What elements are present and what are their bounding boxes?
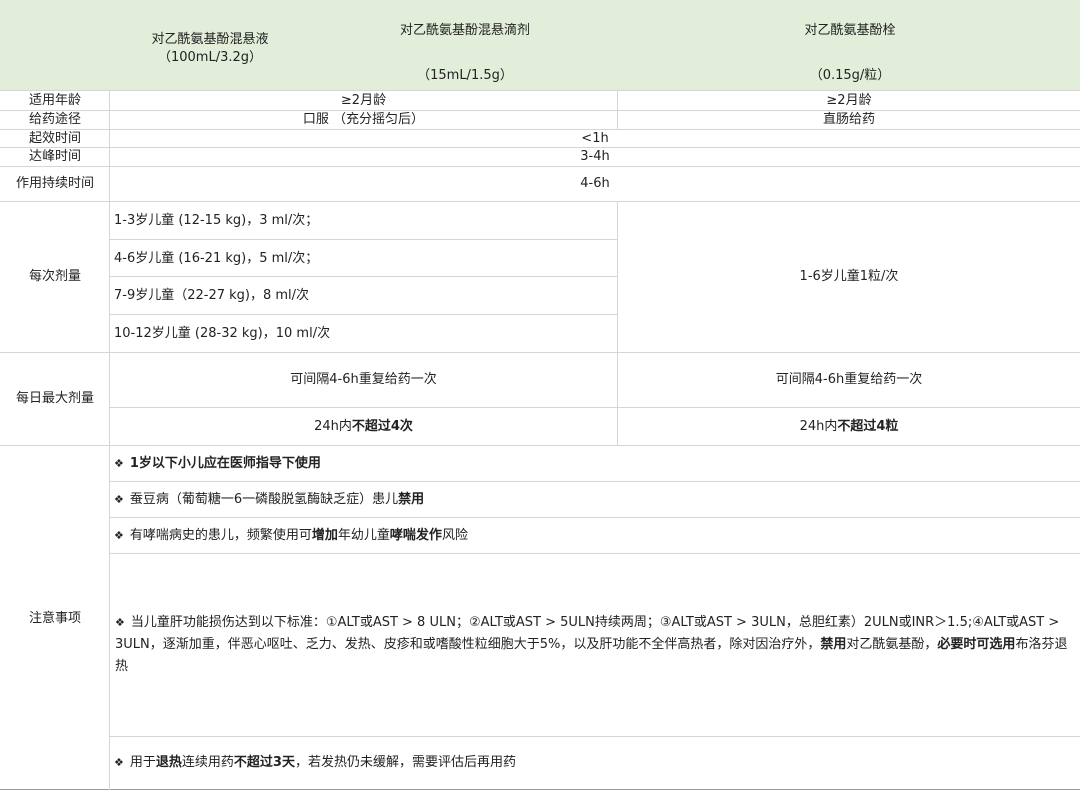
dose-suppository-value: 1-6岁儿童1粒/次 xyxy=(799,269,899,284)
note-4-bold-b: 必要时可选用 xyxy=(937,637,1016,652)
peak-value: 3-4h xyxy=(580,149,610,164)
note-5-bold-b: 不超过3天 xyxy=(233,755,295,770)
note-1-text: 1岁以下小儿应在医师指导下使用 xyxy=(129,456,321,471)
max-oral-limit: 24h内 不超过4次 xyxy=(110,408,617,445)
header-col3-spec: （0.15g/粒） xyxy=(809,68,891,83)
row-label-peak: 达峰时间 xyxy=(28,149,81,164)
max-suppository-limit-pre: 24h内 xyxy=(799,418,838,434)
dose-item-4: 10-12岁儿童 (28-32 kg)，10 ml/次 xyxy=(114,325,331,341)
age-oral-value: ≥2月龄 xyxy=(340,92,387,108)
row-label-dose: 每次剂量 xyxy=(28,269,81,284)
note-3-text-c: 风险 xyxy=(441,528,468,543)
note-3-text-a: 有哮喘病史的患儿，频繁使用可 xyxy=(129,528,312,543)
max-oral-limit-bold: 不超过4次 xyxy=(351,418,413,434)
note-5-text-a: 用于 xyxy=(129,755,156,770)
diamond-bullet-icon: ❖ xyxy=(114,529,124,542)
header-col1-spec: （100mL/3.2g） xyxy=(157,50,263,65)
dose-item-3: 7-9岁儿童（22-27 kg)，8 ml/次 xyxy=(114,287,310,303)
max-oral-limit-pre: 24h内 xyxy=(314,418,352,434)
header-col3-name: 对乙酰氨基酚栓 xyxy=(804,23,896,38)
note-4: ❖ 当儿童肝功能损伤达到以下标准：①ALT或AST > 8 ULN；②ALT或AS… xyxy=(115,612,1077,678)
row-label-notes: 注意事项 xyxy=(28,610,81,626)
header-col2-name: 对乙酰氨基酚混悬滴剂 xyxy=(399,23,530,38)
dose-item-2: 4-6岁儿童 (16-21 kg)，5 ml/次； xyxy=(114,250,319,266)
max-suppository-limit: 24h内 不超过4粒 xyxy=(618,408,1080,445)
diamond-bullet-icon: ❖ xyxy=(114,493,124,506)
note-4-text-b: 对乙酰氨基酚， xyxy=(846,637,938,652)
duration-value: 4-6h xyxy=(580,176,610,191)
max-suppository-limit-bold: 不超过4粒 xyxy=(837,418,899,434)
note-2-bold: 禁用 xyxy=(398,492,425,507)
onset-value: <1h xyxy=(581,131,609,146)
note-5: ❖ 用于 退热 连续用药 不超过3天 ，若发热仍未缓解，需要评估后再用药 xyxy=(110,737,1080,789)
row-label-duration: 作用持续时间 xyxy=(15,176,94,191)
note-5-text-c: ，若发热仍未缓解，需要评估后再用药 xyxy=(294,755,516,770)
note-3-bold-b: 哮喘发作 xyxy=(389,528,442,543)
note-2-text: 蚕豆病（葡萄糖一6一磷酸脱氢酶缺乏症）患儿 xyxy=(129,492,399,507)
diamond-bullet-icon: ❖ xyxy=(115,616,125,629)
note-3: ❖ 有哮喘病史的患儿，频繁使用可 增加 年幼儿童 哮喘发作 风险 xyxy=(110,518,1080,554)
note-3-text-b: 年幼儿童 xyxy=(337,528,390,543)
max-oral-repeat: 可间隔4-6h重复给药一次 xyxy=(290,372,437,387)
note-4-bold-a: 禁用 xyxy=(820,637,847,652)
note-2: ❖ 蚕豆病（葡萄糖一6一磷酸脱氢酶缺乏症）患儿 禁用 xyxy=(110,482,1080,518)
max-suppository-repeat: 可间隔4-6h重复给药一次 xyxy=(775,372,923,387)
header-col1-name: 对乙酰氨基酚混悬液 xyxy=(151,32,269,47)
note-3-bold-a: 增加 xyxy=(311,528,338,543)
row-label-route: 给药途径 xyxy=(28,112,81,127)
note-1: ❖ 1岁以下小儿应在医师指导下使用 xyxy=(110,446,1080,482)
diamond-bullet-icon: ❖ xyxy=(114,756,124,769)
note-5-bold-a: 退热 xyxy=(155,755,182,770)
dose-item-1: 1-3岁儿童 (12-15 kg)，3 ml/次； xyxy=(114,212,319,228)
header-col2-spec: （15mL/1.5g） xyxy=(417,68,513,83)
route-oral-value: 口服 （充分摇匀后） xyxy=(302,112,425,127)
row-label-age: 适用年龄 xyxy=(28,92,81,108)
age-suppository-value: ≥2月龄 xyxy=(826,92,872,108)
drug-comparison-table: 对乙酰氨基酚混悬液 （100mL/3.2g） 对乙酰氨基酚混悬滴剂 （15mL/… xyxy=(0,0,1080,791)
route-suppository-value: 直肠给药 xyxy=(822,112,875,127)
row-label-max-dose: 每日最大剂量 xyxy=(15,391,94,406)
note-5-text-b: 连续用药 xyxy=(181,755,234,770)
row-label-onset: 起效时间 xyxy=(28,131,81,146)
diamond-bullet-icon: ❖ xyxy=(114,457,124,470)
